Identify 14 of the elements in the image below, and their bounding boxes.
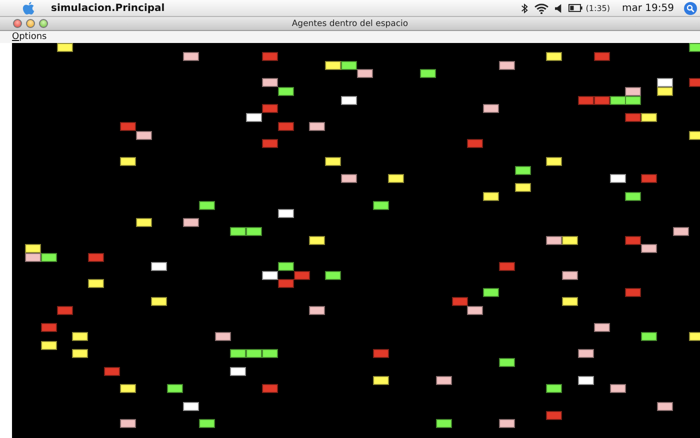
minimize-button[interactable] <box>26 19 35 28</box>
close-button[interactable] <box>13 19 22 28</box>
window-title: Agentes dentro del espacio <box>292 18 408 28</box>
clock[interactable]: mar 19:59 <box>622 2 674 14</box>
bluetooth-icon[interactable] <box>520 2 528 14</box>
zoom-button[interactable] <box>39 19 48 28</box>
battery-icon[interactable] <box>568 4 583 12</box>
search-icon[interactable] <box>684 2 697 14</box>
apple-icon[interactable] <box>22 0 35 16</box>
battery-time[interactable]: (1:35) <box>586 4 610 12</box>
speaker-icon[interactable] <box>554 4 562 12</box>
app-name[interactable]: simulacion.Principal <box>51 2 165 14</box>
menu-item[interactable]: Options <box>12 32 47 42</box>
wifi-icon[interactable] <box>534 2 549 14</box>
